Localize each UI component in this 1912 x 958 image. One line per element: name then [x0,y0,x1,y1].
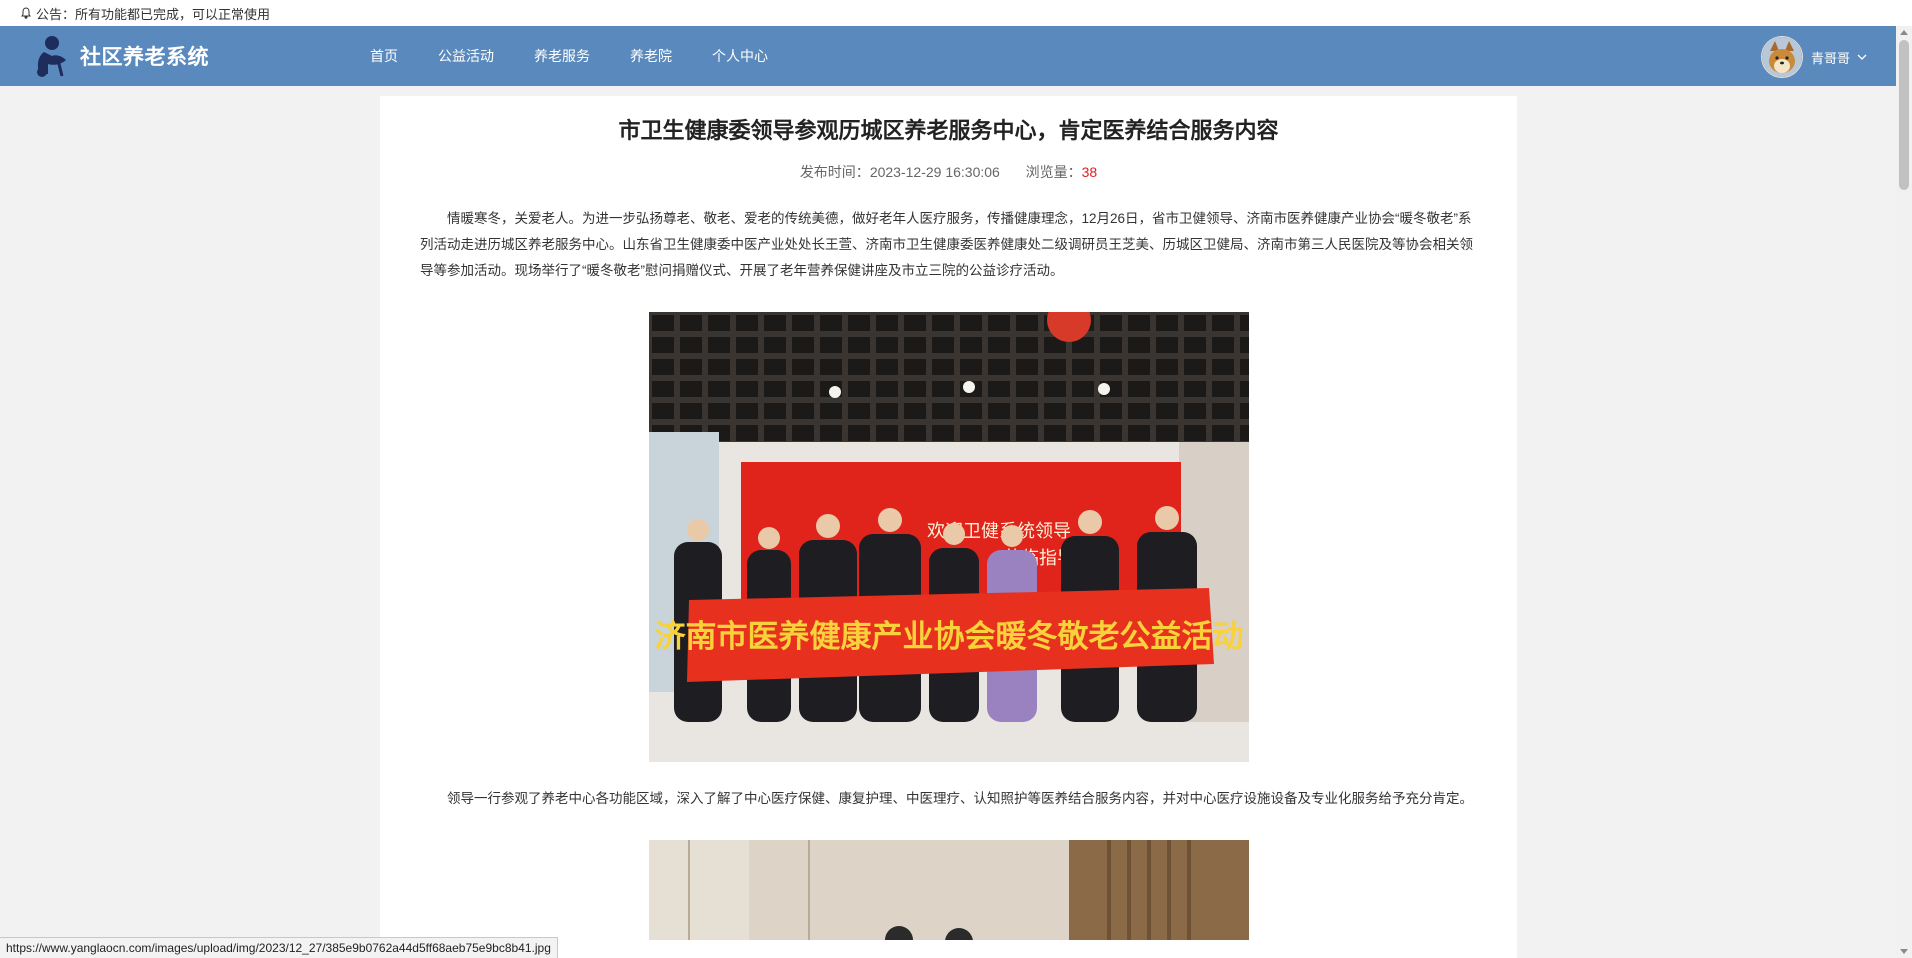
nav-charity-activities[interactable]: 公益活动 [438,46,494,66]
user-name: 青哥哥 [1810,50,1850,66]
avatar[interactable] [1760,36,1803,78]
article-paragraph: 领导一行参观了养老中心各功能区域，深入了解了中心医疗保健、康复护理、中医理疗、认… [447,791,1473,806]
notice-text: 公告：所有功能都已完成，可以正常使用 [36,6,271,22]
status-bar-url: https://www.yanglaocn.com/images/upload/… [0,937,558,958]
bell-icon [21,7,31,19]
article-meta: 发布时间：2023-12-29 16:30:06 浏览量：38 [420,162,1477,182]
scrollbar-thumb[interactable] [1899,40,1909,190]
nav-personal-center[interactable]: 个人中心 [712,46,768,66]
article-paragraph: 情暖寒冬，关爱老人。为进一步弘扬尊老、敬老、爱老的传统美德，做好老年人医疗服务，… [420,211,1473,278]
views-count: 38 [1081,164,1098,180]
page-scrollbar[interactable] [1896,26,1912,958]
scroll-down-arrow-icon[interactable] [1900,949,1908,954]
group-photo-image: 欢迎卫健系统领导 莅临指导 济南市医养健康产业协会暖冬敬老公益活动 [648,312,1249,762]
dog-avatar-icon [1761,37,1802,77]
interior-photo-image [648,840,1249,940]
views-label: 浏览量： [1025,164,1082,180]
chevron-down-icon[interactable] [1856,51,1868,63]
nav-home[interactable]: 首页 [370,46,398,66]
article-photo-second[interactable] [648,840,1249,940]
user-menu[interactable]: 青哥哥 [1760,36,1868,78]
article-card: 市卫生健康委领导参观历城区养老服务中心，肯定医养结合服务内容 发布时间：2023… [380,96,1517,958]
banner-text: 济南市医养健康产业协会暖冬敬老公益活动 [654,619,1243,655]
publish-label: 发布时间： [799,164,870,180]
nav-elderly-services[interactable]: 养老服务 [534,46,590,66]
brand-name: 社区养老系统 [80,46,209,69]
article-photo-group[interactable]: 欢迎卫健系统领导 莅临指导 济南市医养健康产业协会暖冬敬老公益活动 [648,312,1249,762]
nav-links: 首页 公益活动 养老服务 养老院 个人中心 [370,46,808,66]
brand[interactable]: 社区养老系统 [32,34,352,78]
article-title: 市卫生健康委领导参观历城区养老服务中心，肯定医养结合服务内容 [618,118,1279,143]
elderly-person-logo-icon [37,36,66,77]
scroll-up-arrow-icon[interactable] [1900,30,1908,35]
nav-nursing-home[interactable]: 养老院 [630,46,672,66]
publish-time: 2023-12-29 16:30:06 [869,164,1000,180]
top-navbar: 社区养老系统 首页 公益活动 养老服务 养老院 个人中心 青哥哥 [0,26,1896,86]
notice-bar: 公告：所有功能都已完成，可以正常使用 [0,0,1912,26]
